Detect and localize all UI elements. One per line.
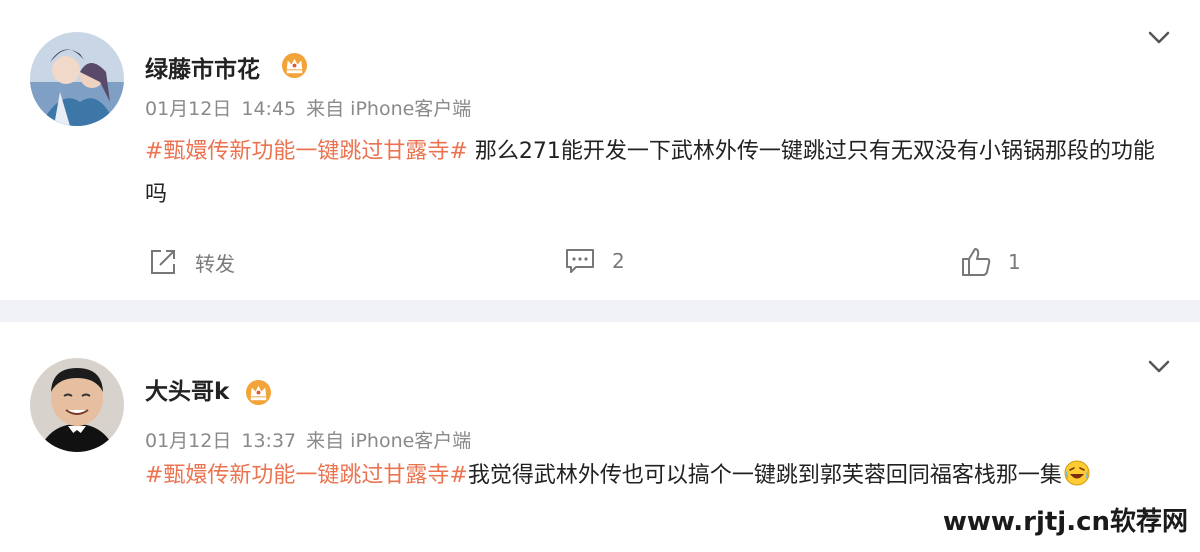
- crown-badge-icon: [281, 52, 308, 79]
- post-content: #甄嬛传新功能一键跳过甘露寺# 那么271能开发一下武林外传一键跳过只有无双没有…: [145, 130, 1155, 216]
- thumbs-up-icon: [962, 248, 991, 276]
- post-source: 来自 iPhone客户端: [306, 430, 472, 452]
- post-date[interactable]: 01月12日: [145, 430, 231, 452]
- topic-link[interactable]: #甄嬛传新功能一键跳过甘露寺#: [145, 139, 468, 164]
- crown-badge-icon: [245, 379, 272, 406]
- post-meta: 01月12日 13:37 来自 iPhone客户端: [145, 426, 481, 453]
- repost-label: 转发: [195, 251, 235, 276]
- avatar[interactable]: [30, 358, 124, 452]
- post-content: #甄嬛传新功能一键跳过甘露寺#我觉得武林外传也可以搞个一键跳到郭芙蓉回同福客栈那…: [145, 454, 1155, 497]
- watermark: www.rjtj.cn软荐网: [942, 507, 1188, 537]
- repost-button[interactable]: 转发: [147, 246, 235, 278]
- chevron-down-icon[interactable]: [1148, 360, 1170, 374]
- comment-icon: [566, 249, 594, 273]
- like-button[interactable]: 1: [960, 246, 1021, 278]
- username[interactable]: 大头哥k: [145, 372, 229, 406]
- post-time[interactable]: 14:45: [241, 98, 296, 120]
- post-source: 来自 iPhone客户端: [306, 98, 472, 120]
- laughing-crying-emoji: [1064, 460, 1090, 486]
- comment-button[interactable]: 2: [564, 246, 625, 276]
- repost-icon: [151, 250, 175, 274]
- post-meta: 01月12日 14:45 来自 iPhone客户端: [145, 94, 481, 121]
- avatar[interactable]: [30, 32, 124, 126]
- action-bar: 转发 2 1: [0, 246, 1200, 286]
- like-count: 1: [1008, 250, 1021, 274]
- post-date[interactable]: 01月12日: [145, 98, 231, 120]
- post-text: 我觉得武林外传也可以搞个一键跳到郭芙蓉回同福客栈那一集: [467, 463, 1062, 488]
- username[interactable]: 绿藤市市花: [145, 50, 260, 84]
- comment-count: 2: [612, 249, 625, 273]
- topic-link[interactable]: #甄嬛传新功能一键跳过甘露寺#: [145, 463, 468, 488]
- chevron-down-icon[interactable]: [1148, 31, 1170, 45]
- post-card-1: 绿藤市市花 01月12日 14:45 来自 iPhone客户端 #甄嬛传新功能一键跳…: [0, 0, 1200, 300]
- post-time[interactable]: 13:37: [241, 430, 296, 452]
